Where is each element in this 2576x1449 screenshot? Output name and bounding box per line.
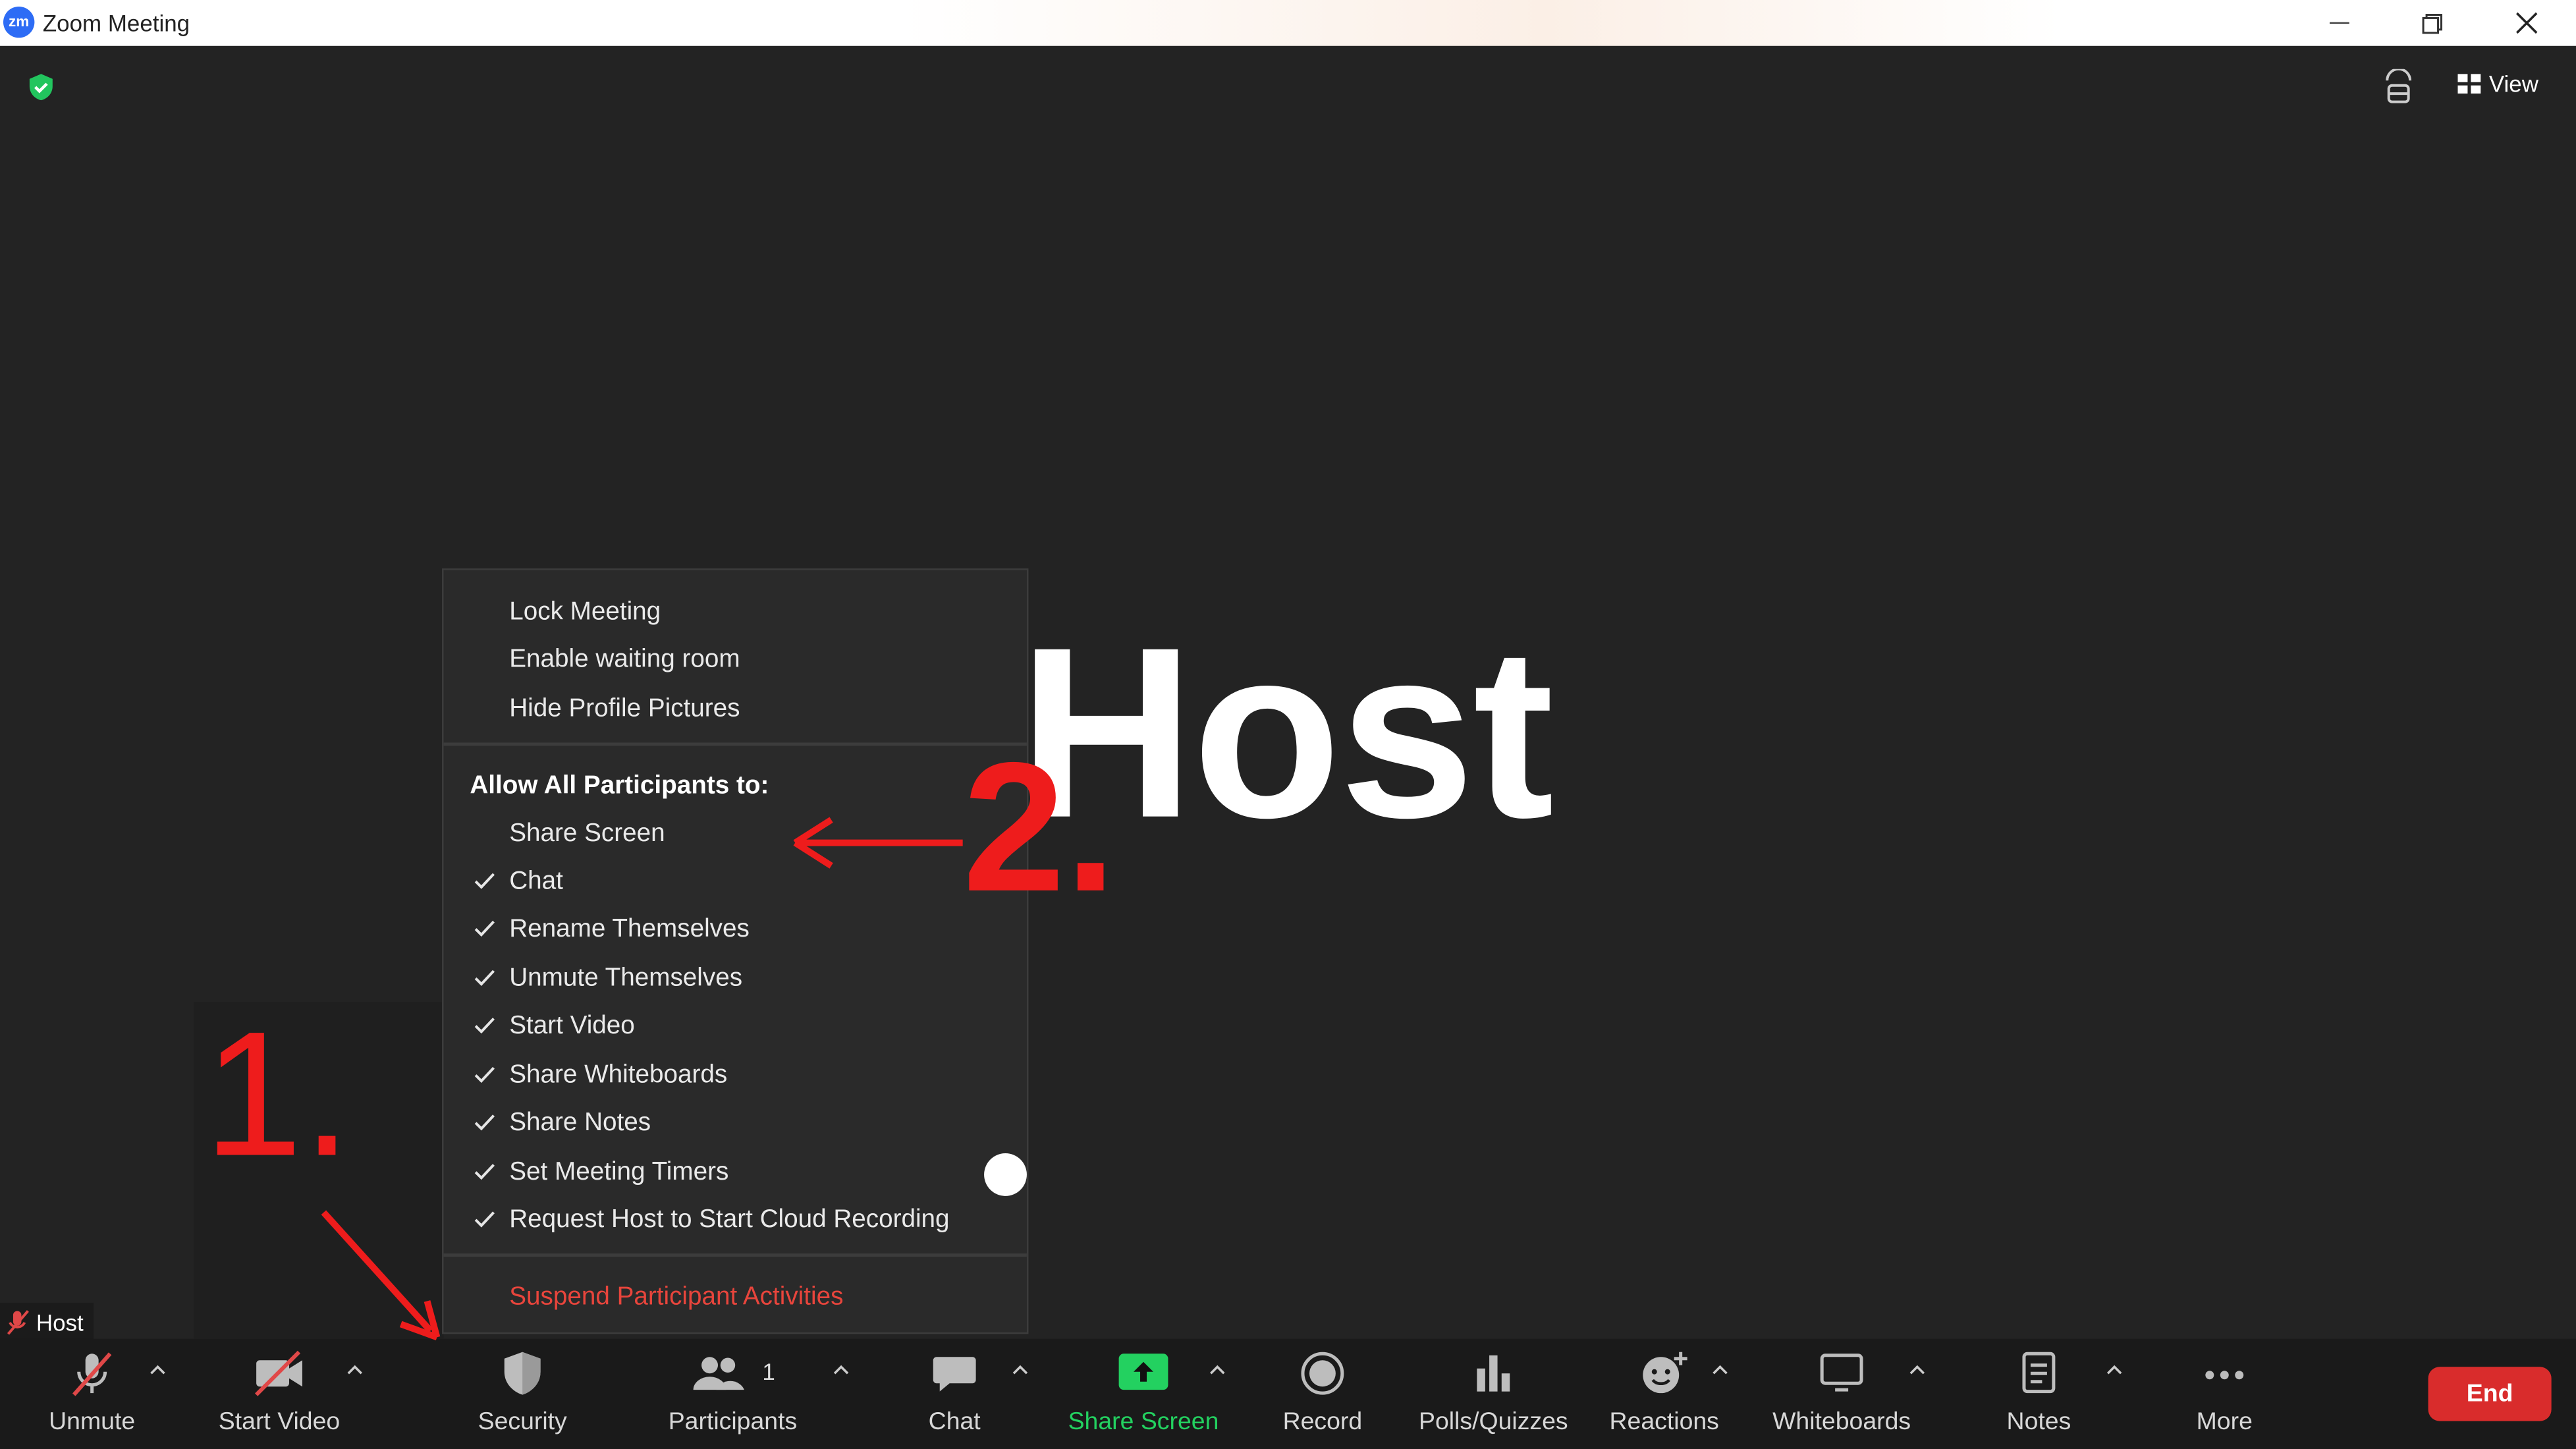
whiteboards-button[interactable]: Whiteboards [1765, 1339, 1919, 1449]
more-dots-icon [2205, 1371, 2244, 1380]
record-icon [1301, 1352, 1344, 1395]
annotation-step-1: 1. [204, 994, 352, 1193]
zoom-logo-icon: zm [3, 6, 35, 38]
participants-count: 1 [762, 1358, 775, 1385]
toggle-knob[interactable] [984, 1153, 1027, 1196]
check-icon [474, 1211, 495, 1228]
menu-item-lock-meeting[interactable]: Lock Meeting [509, 598, 661, 628]
menu-item-request-cloud-recording[interactable]: Request Host to Start Cloud Recording [509, 1206, 949, 1236]
check-icon [474, 1018, 495, 1034]
video-area: View Host Host [0, 45, 2576, 1342]
view-button[interactable]: View [2457, 70, 2538, 97]
muted-mic-icon [72, 1352, 112, 1396]
security-menu: Lock Meeting Enable waiting room Hide Pr… [441, 568, 1029, 1334]
chevron-up-icon[interactable] [1010, 1362, 1030, 1379]
chat-icon [933, 1357, 976, 1392]
participants-button[interactable]: 1 Participants [661, 1339, 805, 1449]
view-label: View [2488, 70, 2538, 97]
menu-item-set-meeting-timers[interactable]: Set Meeting Timers [509, 1158, 728, 1188]
menu-item-chat[interactable]: Chat [509, 867, 563, 897]
check-icon [474, 1066, 495, 1083]
video-off-icon [254, 1350, 302, 1396]
notes-button[interactable]: Notes [1988, 1339, 2090, 1449]
shield-icon [504, 1352, 541, 1395]
menu-item-hide-profile-pictures[interactable]: Hide Profile Pictures [509, 695, 740, 724]
menu-item-rename-themselves[interactable]: Rename Themselves [509, 915, 750, 944]
record-label: Record [1282, 1408, 1363, 1436]
reactions-label: Reactions [1609, 1408, 1719, 1436]
check-icon [474, 1164, 495, 1180]
title-bar: zm Zoom Meeting [0, 0, 2576, 46]
share-screen-label: Share Screen [1068, 1408, 1219, 1436]
chat-label: Chat [928, 1408, 981, 1436]
whiteboard-icon [1820, 1353, 1863, 1392]
restore-icon [2421, 13, 2442, 34]
emoji-plus-icon [1643, 1352, 1687, 1394]
allow-participants-heading: Allow All Participants to: [470, 772, 769, 800]
menu-item-share-screen[interactable]: Share Screen [509, 820, 665, 850]
minimize-button[interactable] [2302, 0, 2378, 46]
minimize-icon [2329, 22, 2349, 24]
chevron-up-icon[interactable] [148, 1362, 167, 1379]
menu-item-share-whiteboards[interactable]: Share Whiteboards [509, 1061, 727, 1091]
menu-item-unmute-themselves[interactable]: Unmute Themselves [509, 964, 742, 994]
more-button[interactable]: More [2175, 1339, 2274, 1449]
menu-item-enable-waiting-room[interactable]: Enable waiting room [509, 645, 740, 675]
chevron-up-icon[interactable] [831, 1362, 851, 1379]
restore-button[interactable] [2394, 0, 2469, 46]
polls-label: Polls/Quizzes [1418, 1408, 1568, 1436]
close-button[interactable] [2489, 0, 2565, 46]
check-icon [474, 1114, 495, 1131]
end-meeting-button[interactable]: End [2428, 1367, 2552, 1421]
share-screen-button[interactable]: Share Screen [1064, 1339, 1222, 1449]
chat-button[interactable]: Chat [904, 1339, 1006, 1449]
polls-quizzes-button[interactable]: Polls/Quizzes [1413, 1339, 1574, 1449]
reactions-button[interactable]: Reactions [1603, 1339, 1725, 1449]
chevron-up-icon[interactable] [1711, 1362, 1730, 1379]
menu-item-suspend-activities[interactable]: Suspend Participant Activities [509, 1283, 843, 1313]
notes-label: Notes [2006, 1408, 2071, 1436]
chevron-up-icon[interactable] [1207, 1362, 1227, 1379]
participants-label: Participants [668, 1408, 798, 1436]
muted-mic-icon [7, 1310, 29, 1335]
share-screen-icon [1118, 1353, 1168, 1390]
chevron-up-icon[interactable] [1907, 1362, 1927, 1379]
menu-divider [443, 742, 1027, 746]
name-tag-label: Host [36, 1309, 84, 1336]
meeting-toolbar: Unmute Start Video Security 1 Participan… [0, 1338, 2576, 1449]
chevron-up-icon[interactable] [345, 1362, 365, 1379]
bar-chart-icon [1477, 1355, 1510, 1392]
encryption-shield-icon[interactable] [26, 72, 56, 102]
menu-item-share-notes[interactable]: Share Notes [509, 1109, 651, 1139]
window-title: Zoom Meeting [42, 9, 190, 36]
check-icon [474, 970, 495, 986]
speaker-view-icon[interactable] [2379, 68, 2419, 105]
chevron-up-icon[interactable] [2104, 1362, 2124, 1379]
whiteboards-label: Whiteboards [1772, 1408, 1911, 1436]
notes-icon [2022, 1352, 2056, 1394]
unmute-label: Unmute [49, 1408, 136, 1436]
annotation-step-2: 2. [962, 724, 1116, 930]
zoom-window: zm Zoom Meeting View Host Host Lock Meet… [0, 0, 2576, 1449]
check-icon [474, 873, 495, 889]
security-button[interactable]: Security [463, 1339, 582, 1449]
security-label: Security [478, 1408, 567, 1436]
unmute-button[interactable]: Unmute [33, 1339, 151, 1449]
participants-icon [694, 1357, 745, 1390]
grid-view-icon [2457, 74, 2481, 94]
start-video-button[interactable]: Start Video [207, 1339, 351, 1449]
check-icon [474, 920, 495, 937]
more-label: More [2196, 1408, 2253, 1436]
menu-divider [443, 1253, 1027, 1257]
record-button[interactable]: Record [1269, 1339, 1377, 1449]
name-tag: Host [0, 1302, 94, 1342]
start-video-label: Start Video [218, 1408, 341, 1436]
close-icon [2516, 12, 2538, 34]
menu-item-start-video[interactable]: Start Video [509, 1012, 635, 1041]
